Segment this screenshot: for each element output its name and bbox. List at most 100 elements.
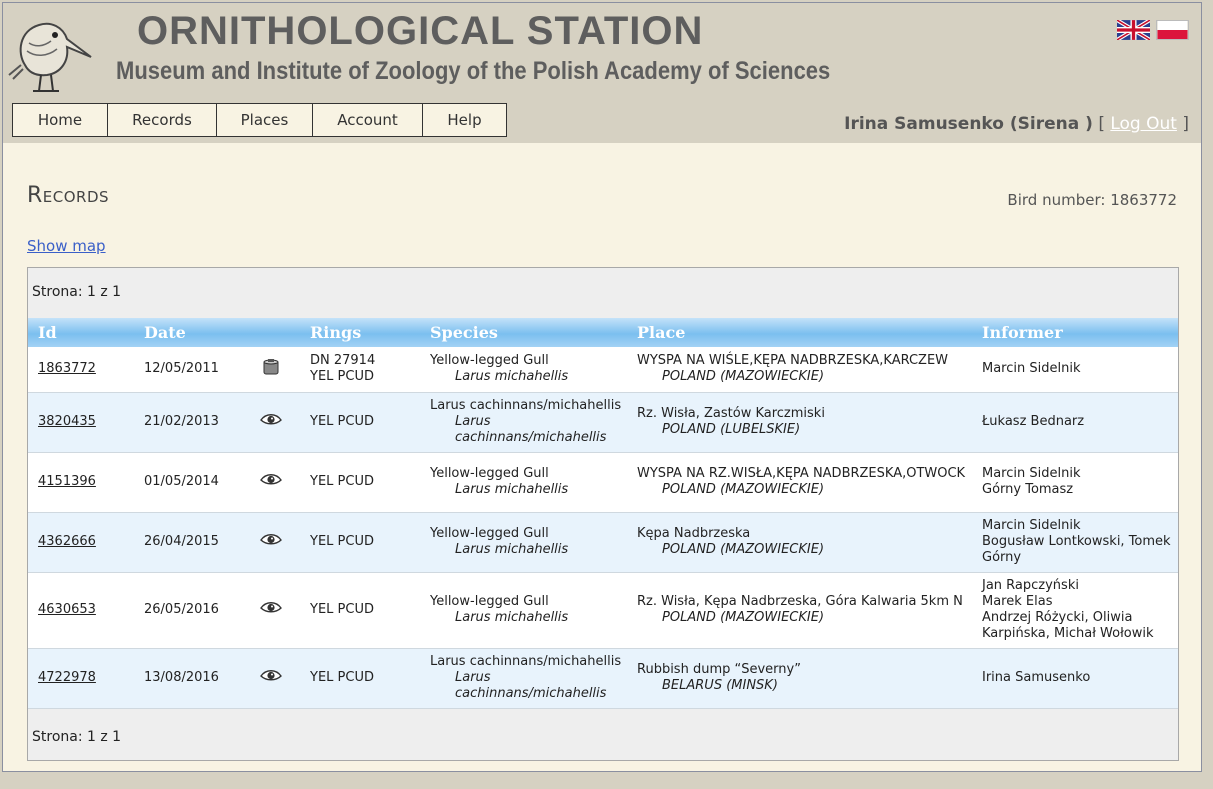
bird-number-label: Bird number: — [1007, 191, 1106, 209]
table-row: 3820435 21/02/2013 YEL PCUD Larus cachinnan… — [28, 392, 1178, 452]
nav-help[interactable]: Help — [423, 103, 507, 137]
site-header: ORNITHOLOGICAL STATION Museum and Instit… — [3, 3, 1201, 143]
eye-icon[interactable] — [260, 667, 282, 685]
species-common: Yellow-legged Gull — [430, 594, 549, 609]
col-date[interactable]: Date — [134, 318, 250, 347]
cell-rings: YEL PCUD — [300, 648, 420, 708]
ring-code: YEL PCUD — [310, 670, 374, 685]
page-title: Records — [27, 183, 110, 208]
ring-code: DN 27914 — [310, 353, 376, 369]
place-name: WYSPA NA RZ.WISŁA,KĘPA NADBRZESKA,OTWOCK — [637, 466, 966, 481]
cell-id: 4362666 — [28, 512, 134, 572]
ring-code: YEL PCUD — [310, 369, 374, 385]
page-frame: ORNITHOLOGICAL STATION Museum and Instit… — [2, 2, 1202, 772]
place-name: Kępa Nadbrzeska — [637, 526, 751, 541]
species-scientific: Larus michahellis — [455, 610, 569, 625]
record-id-link[interactable]: 3820435 — [38, 414, 96, 429]
cell-species: Yellow-legged Gull Larus michahellis — [420, 512, 627, 572]
cell-place: WYSPA NA WIŚLE,KĘPA NADBRZESKA,KARCZEW PO… — [627, 347, 972, 392]
informer-name: Marcin Sidelnik — [982, 361, 1081, 377]
nav-places[interactable]: Places — [217, 103, 313, 137]
logout-link[interactable]: Log Out — [1110, 114, 1177, 134]
place-name: Rubbish dump “Severny” — [637, 662, 801, 677]
cell-species: Larus cachinnans/michahellis Larus cachin… — [420, 648, 627, 708]
cell-id: 4630653 — [28, 572, 134, 648]
cell-species: Yellow-legged Gull Larus michahellis — [420, 572, 627, 648]
record-id-link[interactable]: 4722978 — [38, 670, 96, 685]
col-informer[interactable]: Informer — [972, 318, 1178, 347]
col-id[interactable]: Id — [28, 318, 134, 347]
cell-species: Yellow-legged Gull Larus michahellis — [420, 452, 627, 512]
record-id-link[interactable]: 4362666 — [38, 534, 96, 549]
species-common: Larus cachinnans/michahellis — [430, 654, 622, 669]
species-scientific: Larus cachinnans/michahellis — [455, 414, 607, 445]
cell-icon — [250, 572, 300, 648]
informer-name: Irina Samusenko — [982, 670, 1091, 685]
record-id-link[interactable]: 1863772 — [38, 361, 96, 376]
cell-date: 26/05/2016 — [144, 602, 219, 617]
bird-number: Bird number: 1863772 — [1007, 191, 1177, 209]
col-icon — [250, 318, 300, 347]
records-panel: Strona: 1 z 1 Id Date Rings Species Plac… — [27, 267, 1179, 761]
bracket-open: [ — [1098, 114, 1105, 134]
record-id-link[interactable]: 4151396 — [38, 474, 96, 489]
cell-place: Rz. Wisła, Zastów Karczmiski POLAND (LUBE… — [627, 392, 972, 452]
eye-icon[interactable] — [260, 531, 282, 549]
table-row: 4362666 26/04/2015 YEL PCUD Yellow-legged G… — [28, 512, 1178, 572]
place-name: Rz. Wisła, Zastów Karczmiski — [637, 406, 825, 421]
nav-account[interactable]: Account — [313, 103, 423, 137]
show-map-link[interactable]: Show map — [27, 237, 106, 255]
uk-flag-icon[interactable] — [1117, 20, 1150, 40]
nav-records[interactable]: Records — [108, 103, 217, 137]
informer-name: Andrzej Różycki, Oliwia Karpińska, Micha… — [982, 610, 1154, 641]
eye-icon[interactable] — [260, 599, 282, 617]
main-nav: Home Records Places Account Help — [12, 103, 507, 137]
informer-name: Marek Elas — [982, 594, 1053, 609]
informer-name: Jan Rapczyński — [982, 578, 1079, 593]
table-header: Id Date Rings Species Place Informer — [28, 318, 1178, 347]
place-name: Rz. Wisła, Kępa Nadbrzeska, Góra Kalwari… — [637, 594, 963, 609]
informer-name: Łukasz Bednarz — [982, 414, 1085, 429]
table-row: 1863772 12/05/2011 DN 27914 YEL PCUD Yellow-… — [28, 347, 1178, 392]
species-common: Yellow-legged Gull — [430, 353, 549, 369]
cell-icon — [250, 452, 300, 512]
col-species[interactable]: Species — [420, 318, 627, 347]
table-row: 4151396 01/05/2014 YEL PCUD Yellow-legged G… — [28, 452, 1178, 512]
records-table: Id Date Rings Species Place Informer 186… — [28, 318, 1178, 709]
species-scientific: Larus michahellis — [455, 542, 569, 557]
bracket-close: ] — [1182, 114, 1189, 134]
cell-informer: Marcin Sidelnik Bogusław Lontkowski, Tome… — [972, 512, 1178, 572]
cell-rings: YEL PCUD — [300, 452, 420, 512]
ring-icon[interactable] — [260, 358, 282, 376]
cell-icon — [250, 392, 300, 452]
cell-id: 4151396 — [28, 452, 134, 512]
cell-date: 21/02/2013 — [144, 414, 219, 429]
place-country: POLAND (MAZOWIECKIE) — [662, 369, 825, 385]
cell-id: 3820435 — [28, 392, 134, 452]
cell-informer: Marcin Sidelnik — [972, 347, 1178, 392]
species-scientific: Larus michahellis — [455, 369, 569, 385]
ring-code: YEL PCUD — [310, 414, 374, 429]
place-country: BELARUS (MINSK) — [662, 678, 778, 693]
cell-species: Yellow-legged Gull Larus michahellis — [420, 347, 627, 392]
eye-icon[interactable] — [260, 471, 282, 489]
poland-flag-icon[interactable] — [1156, 20, 1189, 40]
species-scientific: Larus cachinnans/michahellis — [455, 670, 607, 701]
ring-code: YEL PCUD — [310, 474, 374, 489]
cell-icon — [250, 512, 300, 572]
informer-name: Marcin Sidelnik — [982, 518, 1081, 533]
table-row: 4722978 13/08/2016 YEL PCUD Larus cachinnan… — [28, 648, 1178, 708]
col-rings[interactable]: Rings — [300, 318, 420, 347]
ring-code: YEL PCUD — [310, 534, 374, 549]
cell-icon — [250, 347, 300, 392]
cell-date: 12/05/2011 — [144, 361, 219, 377]
record-id-link[interactable]: 4630653 — [38, 602, 96, 617]
cell-date: 26/04/2015 — [144, 534, 219, 549]
eye-icon[interactable] — [260, 411, 282, 429]
col-place[interactable]: Place — [627, 318, 972, 347]
cell-informer: Marcin Sidelnik Górny Tomasz — [972, 452, 1178, 512]
ring-code: YEL PCUD — [310, 602, 374, 617]
informer-name: Marcin Sidelnik — [982, 466, 1081, 481]
cell-id: 1863772 — [28, 347, 134, 392]
nav-home[interactable]: Home — [12, 103, 108, 137]
